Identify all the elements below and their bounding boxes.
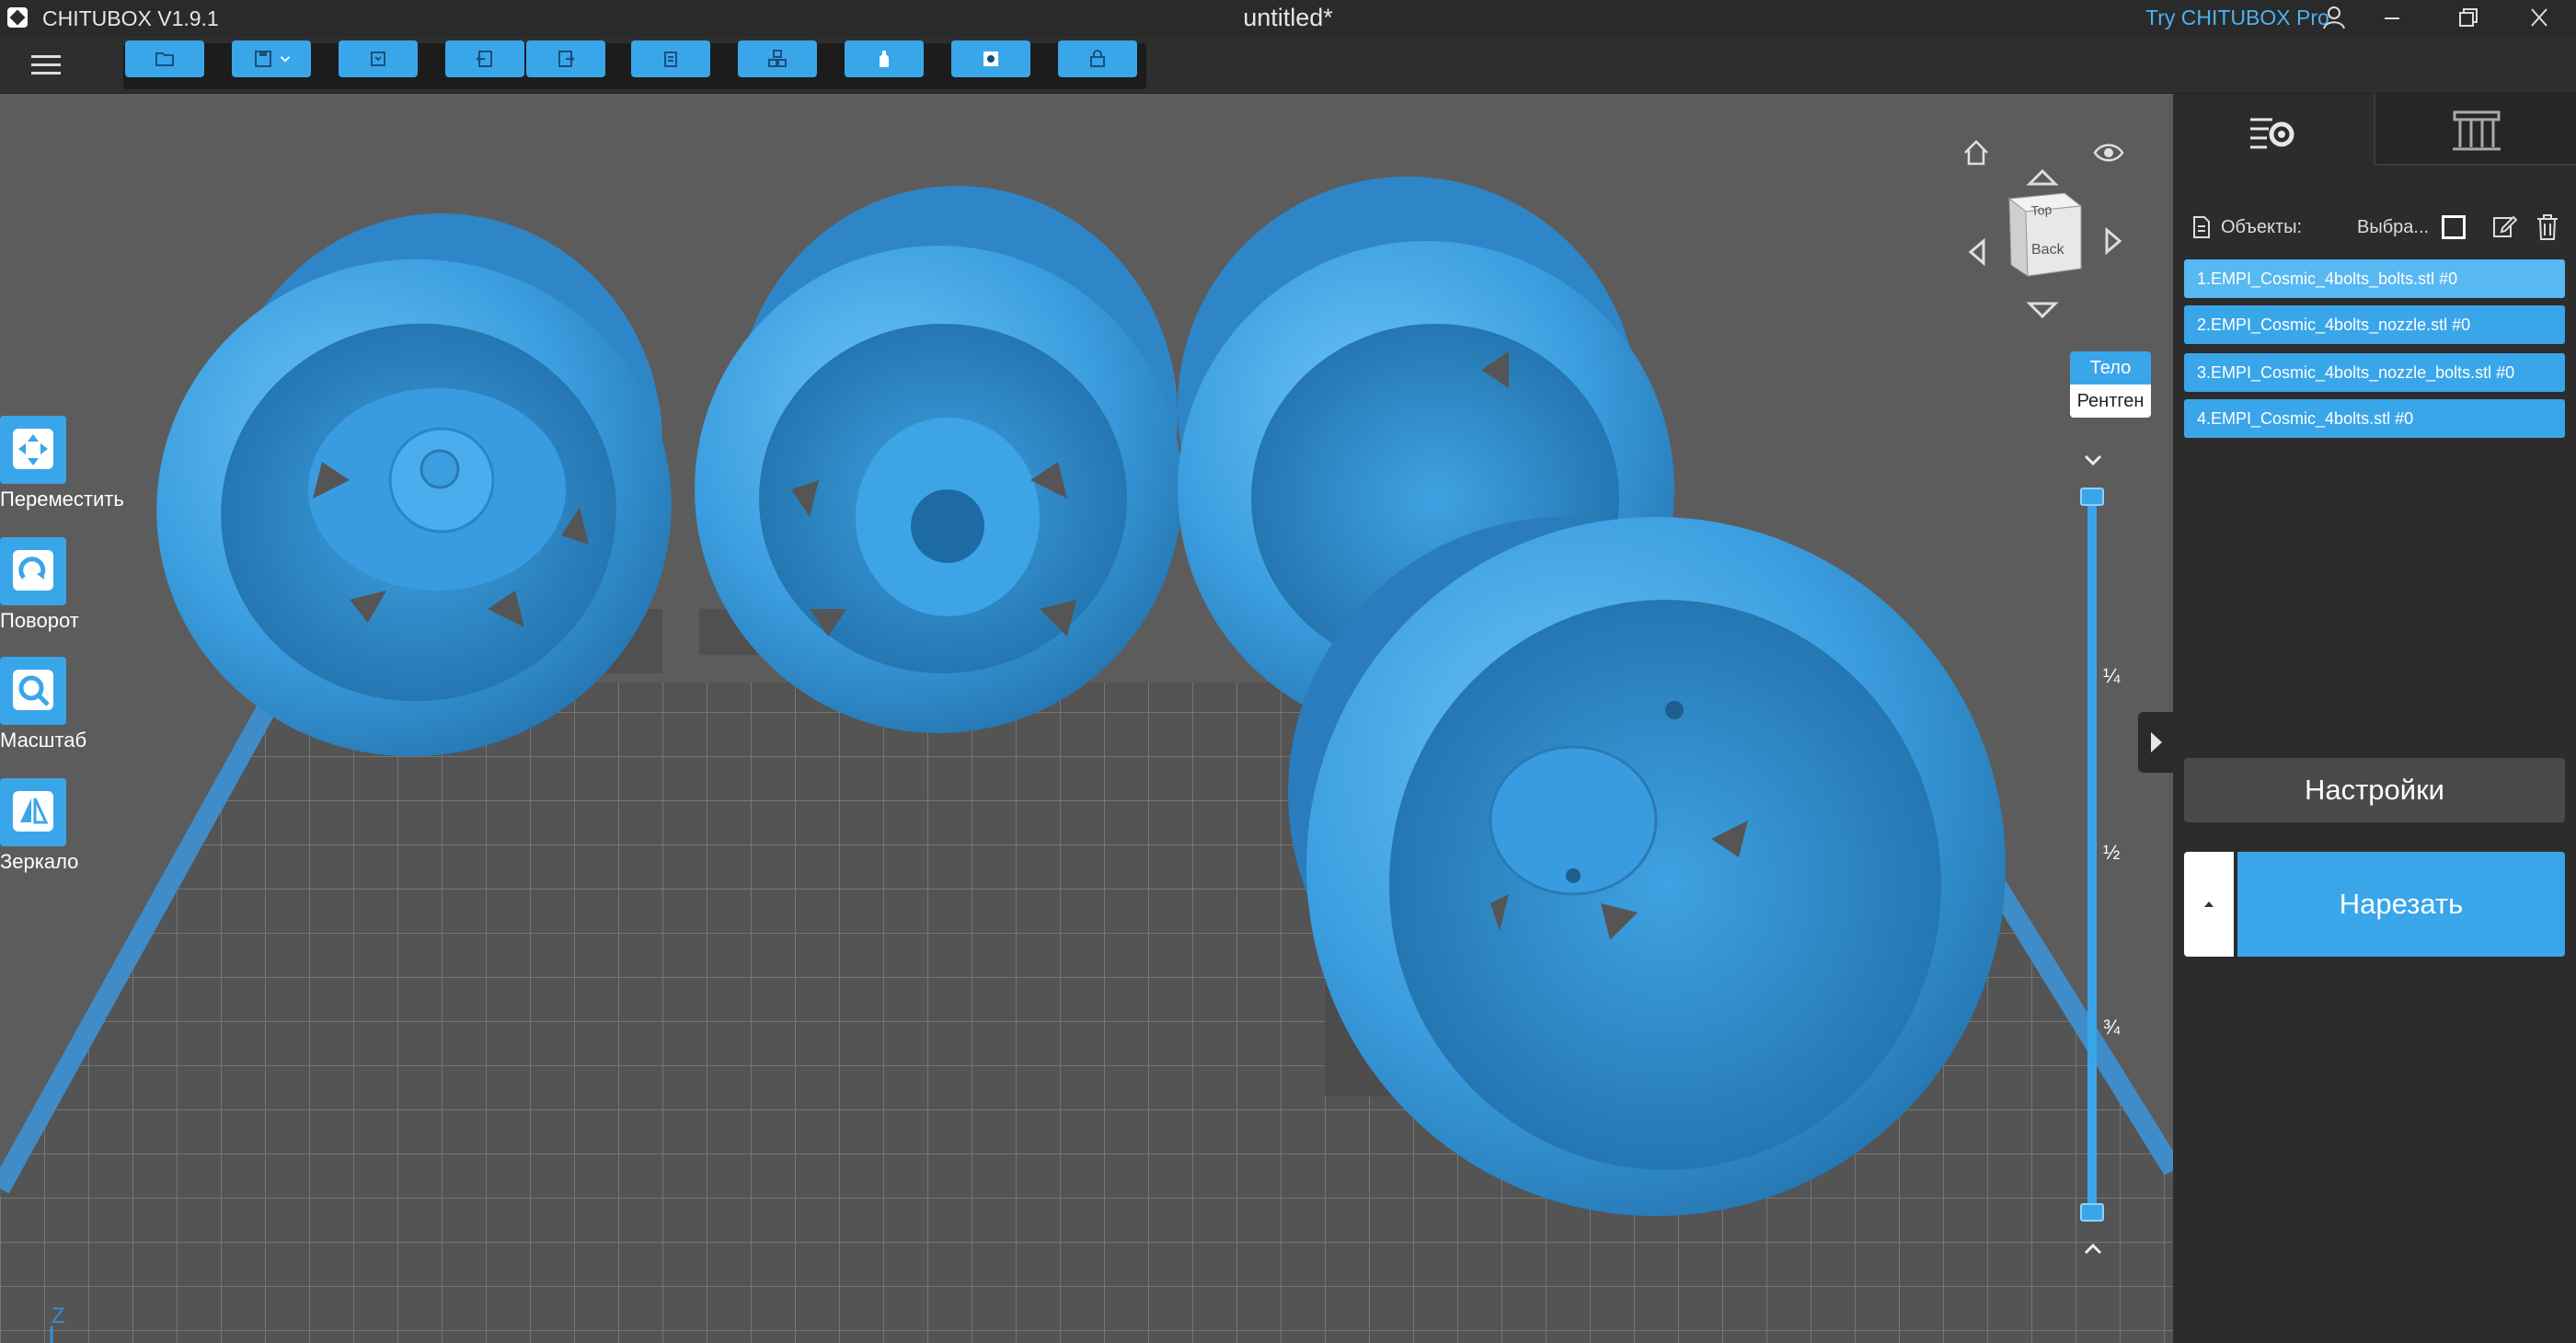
slider-mark-half: ½ [2103,841,2121,864]
hole-icon [983,52,998,66]
copy-button[interactable] [631,40,710,77]
object-list-item[interactable]: 4.EMPI_Cosmic_4bolts.stl #0 [2184,399,2565,438]
cube-top-label: Top [2030,201,2053,218]
scale-icon [13,670,53,710]
slice-button[interactable]: Нарезать [2237,852,2565,957]
object-list-item[interactable]: 3.EMPI_Cosmic_4bolts_nozzle_bolts.stl #0 [2184,353,2565,392]
open-file-button[interactable] [125,40,204,77]
list-gear-icon [2250,118,2294,149]
chevron-down-icon [280,56,291,63]
slider-chevron-down-icon[interactable] [2079,451,2107,471]
wheel-model-2[interactable] [695,186,1182,733]
save-file-button[interactable] [232,40,311,77]
view-mode-xray[interactable]: Рентген [2070,385,2151,418]
redo-icon [558,51,575,67]
select-all-label[interactable]: Выбра... [2357,217,2429,238]
objects-label: Объекты: [2221,217,2303,237]
rotate-tool-button[interactable] [0,537,66,605]
scale-tool-button[interactable] [0,657,66,725]
axis-indicator: Z X Y [50,1303,65,1343]
supports-icon [2453,110,2501,151]
slider-mark-quarter: ¼ [2103,664,2121,687]
scale-tool-label: Масштаб [0,729,87,752]
mirror-tool-button[interactable] [0,778,66,846]
arrange-button[interactable] [738,40,817,77]
cube-face-label: Back [2031,242,2065,258]
rotate-icon [13,550,53,591]
save-icon [255,51,271,67]
title-bar: CHITUBOX V1.9.1 untitled* Try CHITUBOX P… [0,0,2576,37]
slider-mark-three-quarter: ¾ [2103,1016,2121,1039]
try-pro-link[interactable]: Try CHITUBOX Pro [2145,6,2329,30]
lock-button[interactable] [1058,40,1137,77]
add-model-button[interactable] [339,40,418,77]
rotate-tool-label: Поворот [0,609,79,632]
undo-icon [476,51,492,67]
slider-chevron-up-icon[interactable] [2079,1238,2107,1258]
close-icon[interactable] [2512,0,2567,37]
arrange-icon [768,50,787,67]
redo-button[interactable] [526,40,605,77]
eye-icon[interactable] [2092,140,2125,166]
navigation-cube[interactable]: Top Back [2007,192,2083,277]
home-icon[interactable] [1960,136,1993,169]
bottle-icon [880,51,889,67]
dig-hole-button[interactable] [951,40,1030,77]
view-mode-toggle: Тело Рентген [2070,351,2151,418]
object-list-item[interactable]: 1.EMPI_Cosmic_4bolts_bolts.stl #0 [2184,259,2565,298]
layer-slider-track[interactable] [2087,495,2097,1212]
chitubox-logo-icon [7,7,28,28]
move-icon [13,429,53,469]
settings-button[interactable]: Настройки [2184,758,2565,822]
build-plate-scene: Top Back [0,168,2173,1343]
move-tool-label: Переместить [0,488,124,511]
layer-slider-bottom-handle[interactable] [2080,1203,2104,1222]
view-up-arrow-icon[interactable] [2026,168,2059,186]
view-left-arrow-icon[interactable] [1968,237,1985,267]
trash-icon[interactable] [2536,213,2559,241]
view-right-arrow-icon[interactable] [2105,226,2122,256]
slice-options-button[interactable] [2184,852,2234,957]
tab-objects-settings[interactable] [2173,94,2374,167]
edit-icon[interactable] [2491,213,2517,239]
panel-collapse-button[interactable] [2138,712,2173,773]
3d-viewport[interactable]: Top Back Z X Y [0,94,2173,1343]
move-tool-button[interactable] [0,416,66,484]
folder-icon [155,52,174,66]
clipboard-icon [664,52,677,67]
caret-right-icon [2151,732,2162,752]
axis-z-label: Z [52,1303,65,1328]
lock-icon [1090,50,1105,67]
object-list-item[interactable]: 2.EMPI_Cosmic_4bolts_nozzle.stl #0 [2184,305,2565,344]
undo-button[interactable] [445,40,524,77]
mirror-tool-label: Зеркало [0,850,79,873]
hamburger-menu-icon[interactable] [28,50,64,81]
document-icon [2193,216,2210,238]
cube-box-icon [371,52,385,66]
mirror-icon [13,791,53,832]
view-mode-body[interactable]: Тело [2070,351,2151,385]
layer-slider-top-handle[interactable] [2080,488,2104,506]
user-icon[interactable] [2320,4,2348,31]
restore-icon[interactable] [2440,0,2495,37]
hollow-button[interactable] [845,40,924,77]
minimize-icon[interactable] [2364,0,2420,37]
tab-supports[interactable] [2374,94,2576,166]
view-down-arrow-icon[interactable] [2026,302,2059,319]
select-all-checkbox[interactable] [2442,215,2466,239]
app-title: CHITUBOX V1.9.1 [42,6,219,30]
caret-up-icon [2204,901,2214,907]
